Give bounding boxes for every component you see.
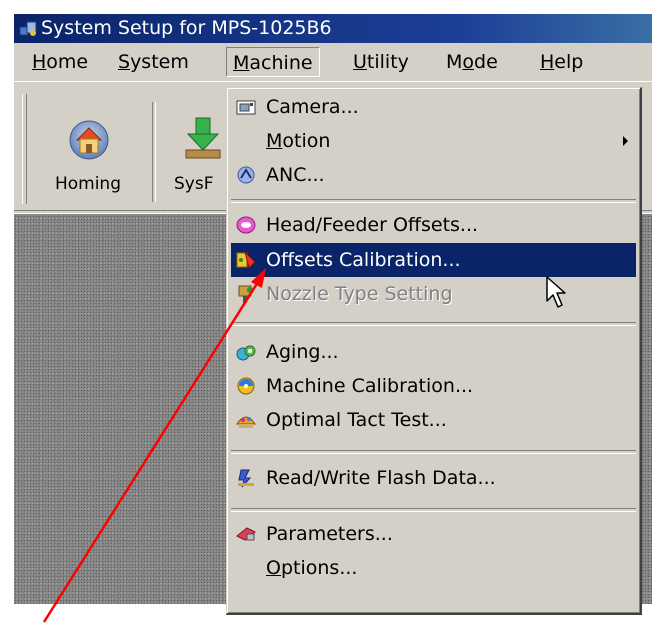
menu-item-read-write-flash-data-label: Read/Write Flash Data... <box>266 467 496 489</box>
aging-icon <box>236 345 256 361</box>
window-title: System Setup for MPS-1025B6 <box>41 17 332 39</box>
menu-item-motion-label: Motion <box>266 124 330 158</box>
menu-item-head-feeder-offsets-label: Head/Feeder Offsets... <box>266 214 479 236</box>
menu-item-nozzle-type-setting-label: Nozzle Type Setting <box>266 283 453 305</box>
menu-mode[interactable]: Mode <box>440 47 504 77</box>
calibration-icon <box>236 250 256 269</box>
menu-item-aging[interactable]: Aging... <box>231 335 636 369</box>
menu-help-mnemonic: H <box>540 51 555 73</box>
menu-help-label: elp <box>554 51 584 73</box>
menu-item-machine-calibration-label: Machine Calibration... <box>266 375 474 397</box>
menu-system[interactable]: System <box>112 47 195 77</box>
menu-item-anc[interactable]: ANC... <box>231 158 636 192</box>
menu-item-options[interactable]: Options... <box>231 551 636 585</box>
menu-item-offsets-calibration-label: Offsets Calibration... <box>266 249 461 271</box>
machine-dropdown-menu: Camera... Motion ANC... Head/Feeder Offs… <box>226 87 642 615</box>
menu-item-machine-calibration[interactable]: Machine Calibration... <box>231 369 636 403</box>
nozzle-icon <box>238 285 253 303</box>
camera-icon <box>236 100 256 115</box>
offsets-icon <box>236 216 256 234</box>
menu-item-nozzle-type-setting[interactable]: Nozzle Type Setting <box>231 277 636 311</box>
menu-home[interactable]: Home <box>26 47 94 77</box>
menu-item-options-label: Options... <box>266 551 357 585</box>
menu-item-camera[interactable]: Camera... <box>231 90 636 124</box>
menu-item-parameters[interactable]: Parameters... <box>231 517 636 551</box>
menu-system-mnemonic: S <box>118 51 131 73</box>
menu-utility-label: tility <box>366 51 409 73</box>
homing-button-label: Homing <box>54 174 122 194</box>
menu-item-aging-label: Aging... <box>266 341 339 363</box>
anc-icon <box>237 166 255 184</box>
submenu-arrow-icon <box>623 136 628 146</box>
menu-system-label: ystem <box>130 51 189 73</box>
menu-item-optimal-tact-test[interactable]: Optimal Tact Test... <box>231 403 636 437</box>
mouse-pointer-icon <box>546 276 566 308</box>
menu-machine[interactable]: Machine <box>226 47 320 77</box>
menu-separator <box>231 508 636 512</box>
menu-utility[interactable]: Utility <box>347 47 415 77</box>
flash-data-icon <box>238 469 254 488</box>
download-arrow-icon <box>185 117 221 159</box>
house-icon <box>69 120 109 160</box>
menu-machine-label: achine <box>249 52 313 74</box>
menu-item-motion[interactable]: Motion <box>231 124 636 158</box>
tact-test-icon <box>236 416 256 428</box>
menu-item-head-feeder-offsets[interactable]: Head/Feeder Offsets... <box>231 208 636 242</box>
menu-separator <box>231 450 636 454</box>
sysf-button-label: SysF <box>174 174 214 194</box>
menu-machine-mnemonic: M <box>233 52 250 74</box>
menu-separator <box>231 199 636 203</box>
menu-item-motion-rest: otion <box>282 130 331 152</box>
title-bar[interactable]: System Setup for MPS-1025B6 <box>14 14 652 43</box>
menu-mode-mnemonic: o <box>462 51 475 73</box>
menu-mode-label-start: M <box>446 51 463 73</box>
menu-item-optimal-tact-test-label: Optimal Tact Test... <box>266 409 447 431</box>
menu-home-label: ome <box>46 51 89 73</box>
menu-help[interactable]: Help <box>534 47 589 77</box>
menu-item-motion-mnemonic: M <box>266 130 283 152</box>
machine-calibration-icon <box>237 377 255 395</box>
menu-item-anc-label: ANC... <box>266 164 325 186</box>
menu-separator <box>231 322 636 326</box>
menu-bar: Home System Machine Utility Mode Help <box>14 43 652 81</box>
app-icon <box>19 21 37 36</box>
sysf-button[interactable]: SysF <box>162 96 232 206</box>
menu-item-options-rest: ptions... <box>280 557 358 579</box>
menu-item-parameters-label: Parameters... <box>266 523 393 545</box>
menu-item-camera-label: Camera... <box>266 96 359 118</box>
menu-item-offsets-calibration[interactable]: Offsets Calibration... <box>231 243 636 277</box>
menu-home-mnemonic: H <box>32 51 47 73</box>
homing-button[interactable]: Homing <box>38 96 138 206</box>
parameters-icon <box>236 527 256 541</box>
menu-item-options-mnemonic: O <box>266 557 281 579</box>
menu-utility-mnemonic: U <box>353 51 367 73</box>
menu-mode-label: de <box>474 51 498 73</box>
menu-item-read-write-flash-data[interactable]: Read/Write Flash Data... <box>231 461 636 495</box>
toolbar-separator <box>152 102 156 202</box>
toolbar-grip[interactable] <box>22 94 27 204</box>
